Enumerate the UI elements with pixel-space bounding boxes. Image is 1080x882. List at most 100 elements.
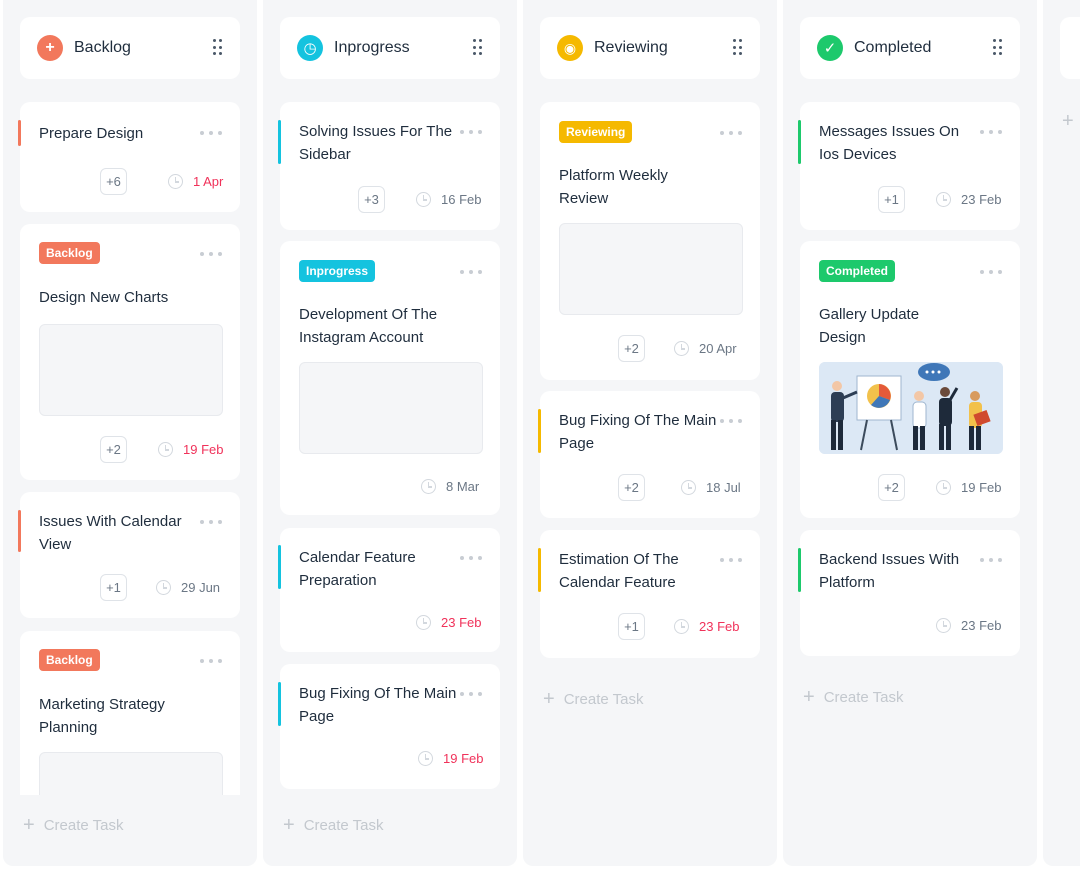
card-title: Bug Fixing Of The Main Page [299, 685, 457, 725]
due-date: 1 Apr [168, 174, 223, 189]
task-card[interactable]: Backend Issues With Platform 23 Feb [798, 530, 1020, 656]
task-card[interactable]: Reviewing Platform Weekly Review +2 20 A… [540, 102, 760, 380]
card-accent [278, 682, 281, 726]
card-accent [538, 409, 541, 453]
task-card[interactable]: Inprogress Development Of The Instagram … [280, 241, 500, 515]
clock-icon [936, 480, 951, 495]
subtask-count[interactable]: +2 [618, 335, 645, 362]
due-date-text: 23 Feb [699, 619, 740, 634]
more-options-icon[interactable] [460, 128, 482, 136]
task-card[interactable]: Issues With Calendar View +1 29 Jun [18, 492, 240, 618]
clock-icon [416, 615, 431, 630]
plus-circle-icon[interactable]: + [37, 35, 63, 61]
more-options-icon[interactable] [980, 268, 1002, 276]
task-card[interactable]: Solving Issues For The Sidebar +3 16 Feb [278, 102, 500, 230]
task-card[interactable]: Prepare Design +6 1 Apr [18, 102, 240, 212]
status-badge: Inprogress [299, 260, 376, 282]
card-image-placeholder [559, 223, 743, 315]
column-inprogress: ◷ Inprogress Solving Issues For The Side… [263, 0, 517, 866]
drag-handle-icon[interactable] [473, 39, 483, 57]
more-options-icon[interactable] [200, 657, 222, 665]
drag-handle-icon[interactable] [993, 39, 1003, 57]
due-date-text: 19 Feb [183, 442, 224, 457]
task-card[interactable]: Backlog Marketing Strategy Planning [20, 631, 240, 795]
subtask-count[interactable]: +2 [100, 436, 127, 463]
create-task-button[interactable]: + Create Task [803, 687, 903, 707]
column-header-reviewing: ◉ Reviewing [540, 17, 760, 79]
more-options-icon[interactable] [460, 554, 482, 562]
card-image-placeholder [299, 362, 483, 454]
check-icon[interactable]: ✓ [817, 35, 843, 61]
subtask-count[interactable]: +1 [100, 574, 127, 601]
more-options-icon[interactable] [460, 690, 482, 698]
subtask-count[interactable]: +1 [878, 186, 905, 213]
due-date-text: 19 Feb [961, 480, 1002, 495]
eye-icon[interactable]: ◉ [557, 35, 583, 61]
more-options-icon[interactable] [720, 417, 742, 425]
clock-icon [674, 619, 689, 634]
more-options-icon[interactable] [200, 518, 222, 526]
due-date: 18 Jul [681, 480, 741, 495]
due-date: 23 Feb [416, 615, 481, 630]
clock-icon [681, 480, 696, 495]
column-header-partial [1060, 17, 1080, 79]
card-accent [538, 548, 541, 592]
card-accent [18, 510, 21, 552]
plus-icon: + [283, 814, 295, 836]
plus-icon: + [23, 814, 35, 836]
more-options-icon[interactable] [980, 556, 1002, 564]
task-card[interactable]: Calendar Feature Preparation 23 Feb [278, 528, 500, 652]
card-title: Platform Weekly Review [559, 167, 668, 207]
subtask-count[interactable]: +2 [878, 474, 905, 501]
card-title: Estimation Of The Calendar Feature [559, 551, 679, 591]
subtask-count[interactable]: +6 [100, 168, 127, 195]
due-date-text: 16 Feb [441, 192, 482, 207]
column-title: Inprogress [334, 39, 410, 56]
subtask-count[interactable]: +1 [618, 613, 645, 640]
column-title: Reviewing [594, 39, 668, 56]
column-header-completed: ✓ Completed [800, 17, 1020, 79]
drag-handle-icon[interactable] [213, 39, 223, 57]
drag-handle-icon[interactable] [733, 39, 743, 57]
column-title: Backlog [74, 39, 131, 56]
more-options-icon[interactable] [200, 129, 222, 137]
create-task-label: Create Task [303, 816, 384, 834]
due-date: 16 Feb [416, 192, 481, 207]
due-date-text: 23 Feb [961, 618, 1002, 633]
create-task-button[interactable]: + Create Task [283, 815, 383, 835]
more-options-icon[interactable] [720, 556, 742, 564]
task-card[interactable]: Backlog Design New Charts +2 19 Feb [20, 224, 240, 480]
clock-icon [168, 174, 183, 189]
more-options-icon[interactable] [720, 129, 742, 137]
card-title: Prepare Design [39, 125, 144, 142]
task-card[interactable]: Bug Fixing Of The Main Page 19 Feb [278, 664, 500, 789]
column-header-backlog: + Backlog [20, 17, 240, 79]
create-task-button[interactable]: + Create Task [23, 815, 123, 835]
card-title: Development Of The Instagram Account [299, 306, 438, 346]
more-options-icon[interactable] [460, 268, 482, 276]
more-options-icon[interactable] [980, 128, 1002, 136]
clock-icon [936, 192, 951, 207]
status-badge: Backlog [39, 649, 100, 671]
task-card[interactable]: Estimation Of The Calendar Feature +1 23… [538, 530, 760, 658]
subtask-count[interactable]: +3 [358, 186, 385, 213]
due-date-text: 19 Feb [443, 751, 484, 766]
subtask-count[interactable]: +2 [618, 474, 645, 501]
due-date-text: 23 Feb [961, 192, 1002, 207]
more-options-icon[interactable] [200, 250, 222, 258]
task-card[interactable]: Bug Fixing Of The Main Page +2 18 Jul [538, 391, 760, 518]
due-date-text: 23 Feb [441, 615, 482, 630]
clock-icon[interactable]: ◷ [297, 35, 323, 61]
due-date: 19 Feb [418, 751, 483, 766]
task-card[interactable]: Messages Issues On Ios Devices +1 23 Feb [798, 102, 1020, 230]
due-date-text: 1 Apr [193, 174, 224, 189]
card-title: Solving Issues For The Sidebar [299, 123, 453, 163]
column-partial: + [1043, 0, 1080, 866]
plus-icon: + [1062, 110, 1074, 132]
create-task-button[interactable]: + [1062, 111, 1080, 131]
create-task-button[interactable]: + Create Task [543, 689, 643, 709]
column-backlog: + Backlog Prepare Design +6 1 Apr Backlo… [3, 0, 257, 866]
due-date: 29 Jun [156, 580, 220, 595]
card-title: Backend Issues With Platform [819, 551, 960, 591]
task-card[interactable]: Completed Gallery Update Design +2 19 Fe… [800, 241, 1020, 518]
